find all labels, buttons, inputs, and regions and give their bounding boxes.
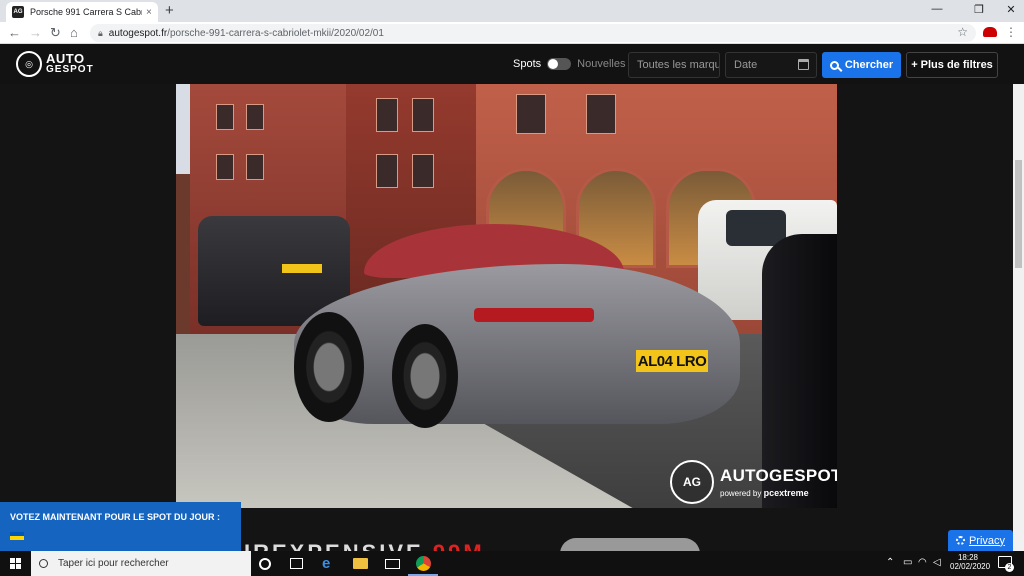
photo-window (586, 94, 616, 134)
search-button-label: Chercher (844, 59, 894, 71)
back-button[interactable]: ← (8, 25, 21, 41)
tab-close-icon[interactable]: × (146, 7, 152, 18)
cortana-icon[interactable] (259, 558, 271, 570)
watermark-badge-icon: AG (670, 460, 714, 504)
gear-icon (955, 536, 965, 545)
next-spot-thumbnail[interactable] (560, 538, 700, 551)
tray-date: 02/02/2020 (950, 562, 991, 571)
date-placeholder: Date (734, 59, 758, 71)
date-input[interactable]: Date (725, 52, 817, 78)
watermark-powered-by: powered by (720, 489, 762, 498)
privacy-button[interactable]: Privacy (948, 530, 1013, 551)
photo-window (246, 154, 264, 180)
photo-license-plate: AL04 LRO (636, 350, 708, 372)
toggle-label-news: Nouvelles (577, 58, 626, 70)
browser-toolbar: ← → ↻ ⌂ 🔒︎ autogespot.fr /porsche-991-ca… (0, 22, 1024, 44)
spot-photo[interactable]: AL04 LRO AG AUTOGESPOT powered by pcextr… (176, 84, 837, 508)
address-bar[interactable]: 🔒︎ autogespot.fr /porsche-991-carrera-s-… (90, 24, 976, 42)
autogespot-favicon-icon: AG (12, 6, 24, 18)
minimize-button[interactable]: — (924, 3, 950, 15)
scrollbar-thumb[interactable] (1015, 160, 1022, 268)
spots-news-toggle: Spots Nouvelles (513, 58, 625, 70)
photo-porsche: AL04 LRO (294, 224, 740, 434)
next-title-white: IREXPENSIVE (244, 540, 433, 551)
url-path: /porsche-991-carrera-s-cabriolet-mkii/20… (167, 27, 384, 39)
tray-wifi-icon[interactable]: ◠ (918, 557, 927, 568)
task-view-icon[interactable] (290, 558, 303, 569)
lock-icon: 🔒︎ (98, 27, 103, 38)
spots-news-switch[interactable] (547, 58, 572, 70)
watermark-partner: pcextreme (763, 488, 809, 498)
mail-icon[interactable] (385, 559, 400, 569)
edge-icon[interactable]: e (322, 556, 337, 571)
logo-badge-icon: ◎ (16, 51, 42, 77)
taskbar-search[interactable]: Taper ici pour rechercher (31, 551, 251, 576)
photo-wheel (294, 312, 364, 422)
taskbar-search-icon (39, 559, 48, 568)
photo-watermark: AG AUTOGESPOT powered by pcextreme (670, 460, 837, 504)
chrome-menu-icon[interactable]: ⋮ (1005, 25, 1017, 39)
toggle-label-spots: Spots (513, 58, 542, 70)
forward-button[interactable]: → (29, 25, 42, 41)
windows-taskbar: Taper ici pour rechercher e ⌃ ▭ ◠ ◁ 18:2… (0, 551, 1024, 576)
photo-window (216, 104, 234, 130)
more-filters-button[interactable]: + Plus de filtres (906, 52, 998, 78)
watermark-text: AUTOGESPOT (720, 466, 837, 485)
url-host: autogespot.fr (108, 27, 168, 39)
photo-window (246, 104, 264, 130)
tray-expand-icon[interactable]: ⌃ (886, 557, 894, 568)
brand-select[interactable]: Toutes les marques (628, 52, 720, 78)
tab-title: Porsche 991 Carrera S Cabriolet MkII (30, 7, 142, 17)
home-button[interactable]: ⌂ (70, 25, 78, 41)
next-section-title: IREXPENSIVE 99M (244, 540, 485, 551)
folder-icon[interactable] (353, 558, 368, 569)
tray-clock[interactable]: 18:28 02/02/2020 (950, 553, 991, 571)
photo-wheel (392, 324, 458, 428)
tray-network-icon[interactable]: ▭ (903, 557, 912, 568)
logo-line1: AUTO (46, 51, 85, 66)
site-header: ◎ AUTO GESPOT Spots Nouvelles Toutes les… (0, 45, 1024, 84)
next-title-red: 99M (433, 540, 485, 551)
close-window-button[interactable]: ✕ (998, 3, 1024, 16)
windows-icon (10, 558, 21, 569)
photo-window (516, 94, 546, 134)
maximize-button[interactable]: ❐ (966, 3, 992, 16)
reload-button[interactable]: ↻ (50, 25, 61, 41)
taskbar-search-placeholder: Taper ici pour rechercher (58, 558, 169, 569)
photo-porsche-taillight (474, 308, 594, 322)
vote-spot-of-day-banner[interactable]: VOTEZ MAINTENANT POUR LE SPOT DU JOUR : (0, 502, 241, 551)
photo-window (376, 98, 398, 132)
vote-banner-text: VOTEZ MAINTENANT POUR LE SPOT DU JOUR : (10, 512, 221, 522)
chrome-icon[interactable] (416, 556, 431, 571)
bookmark-star-icon[interactable]: ☆ (957, 25, 968, 39)
photo-window (216, 154, 234, 180)
photo-window (412, 98, 434, 132)
start-button[interactable] (0, 551, 31, 576)
search-icon (829, 60, 839, 70)
tray-volume-icon[interactable]: ◁ (933, 557, 941, 568)
ukraine-flag-icon (10, 532, 24, 540)
privacy-label: Privacy (968, 534, 1006, 547)
extension-car-icon[interactable] (983, 27, 997, 37)
tray-time: 18:28 (957, 553, 979, 562)
photo-window (412, 154, 434, 188)
notification-count-badge: 2 (1005, 563, 1014, 572)
calendar-icon (798, 59, 809, 70)
logo-line2: GESPOT (46, 64, 94, 75)
new-tab-button[interactable]: + (165, 3, 174, 19)
search-button[interactable]: Chercher (822, 52, 901, 78)
browser-tabstrip: AG Porsche 991 Carrera S Cabriolet MkII … (0, 0, 1024, 22)
main-content: AL04 LRO AG AUTOGESPOT powered by pcextr… (0, 84, 1013, 551)
page-scrollbar[interactable] (1013, 84, 1024, 551)
tab-active[interactable]: AG Porsche 991 Carrera S Cabriolet MkII … (6, 2, 158, 22)
photo-window (376, 154, 398, 188)
autogespot-logo[interactable]: ◎ AUTO GESPOT (16, 51, 94, 77)
